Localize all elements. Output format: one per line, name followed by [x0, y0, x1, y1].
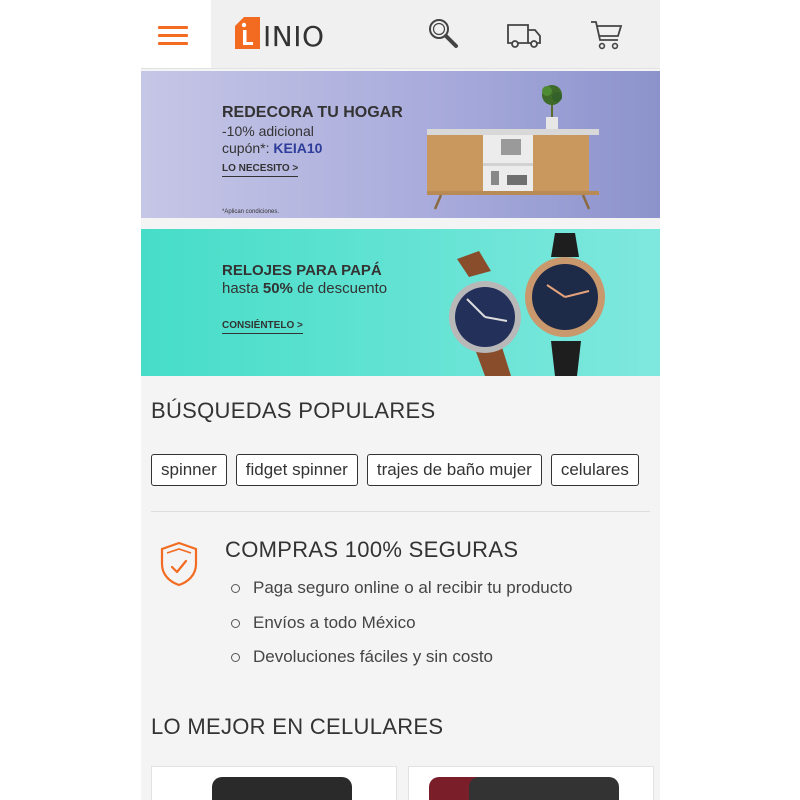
truck-icon[interactable]	[505, 16, 543, 52]
search-chip[interactable]: spinner	[151, 454, 227, 486]
menu-button[interactable]	[141, 0, 211, 68]
discount-suffix: de descuento	[292, 280, 388, 297]
banner-discount: hasta 50% de descuento	[222, 280, 387, 297]
product-card[interactable]	[408, 766, 654, 800]
phone-image	[469, 777, 619, 800]
discount-prefix: hasta	[222, 280, 263, 297]
search-icon[interactable]	[425, 16, 463, 52]
banner-cta[interactable]: LO NECESITO >	[222, 163, 299, 177]
sideboard-image	[427, 85, 599, 210]
linio-logo[interactable]: INIO	[231, 14, 351, 54]
page: INIO REDECORA TU HOGAR -10% adicional cu…	[141, 0, 660, 800]
banner-discount: -10% adicional	[222, 123, 314, 139]
home-decor-banner[interactable]: REDECORA TU HOGAR -10% adicional cupón*:…	[141, 71, 660, 218]
search-chip[interactable]: trajes de baño mujer	[366, 454, 542, 486]
cart-icon[interactable]	[588, 16, 626, 52]
discount-percent: 50%	[262, 280, 293, 297]
list-item: Envíos a todo México	[231, 612, 572, 647]
secure-purchases-title: COMPRAS 100% SEGURAS	[225, 537, 519, 562]
phone-image	[212, 777, 352, 800]
banner-note: *Aplican condiciones.	[222, 209, 280, 215]
popular-searches-title: BÚSQUEDAS POPULARES	[151, 398, 436, 423]
popular-chips: spinner fidget spinner trajes de baño mu…	[151, 454, 639, 486]
menu-icon-bar	[158, 42, 188, 45]
banner-title: RELOJES PARA PAPÁ	[222, 262, 382, 279]
logo-tag-icon	[235, 17, 260, 49]
search-chip[interactable]: celulares	[550, 454, 639, 486]
menu-icon	[158, 26, 188, 29]
list-item: Devoluciones fáciles y sin costo	[231, 646, 572, 681]
banner-coupon: cupón*: KEIA10	[222, 140, 322, 156]
best-phones-title: LO MEJOR EN CELULARES	[151, 714, 444, 739]
banner-title: REDECORA TU HOGAR	[222, 104, 403, 121]
logo-text: INIO	[263, 20, 325, 53]
banner-cta[interactable]: CONSIÉNTELO >	[222, 320, 303, 334]
top-header: INIO	[141, 0, 660, 69]
divider	[151, 511, 650, 512]
coupon-code: KEIA10	[273, 140, 323, 156]
product-card[interactable]	[151, 766, 397, 800]
search-chip[interactable]: fidget spinner	[235, 454, 358, 486]
menu-icon-bar	[158, 34, 188, 37]
watches-banner[interactable]: RELOJES PARA PAPÁ hasta 50% de descuento…	[141, 229, 660, 376]
watches-image	[449, 233, 605, 376]
coupon-label: cupón*:	[222, 140, 274, 156]
secure-benefits-list: Paga seguro online o al recibir tu produ…	[231, 577, 572, 681]
shield-check-icon	[160, 541, 198, 587]
list-item: Paga seguro online o al recibir tu produ…	[231, 577, 572, 612]
